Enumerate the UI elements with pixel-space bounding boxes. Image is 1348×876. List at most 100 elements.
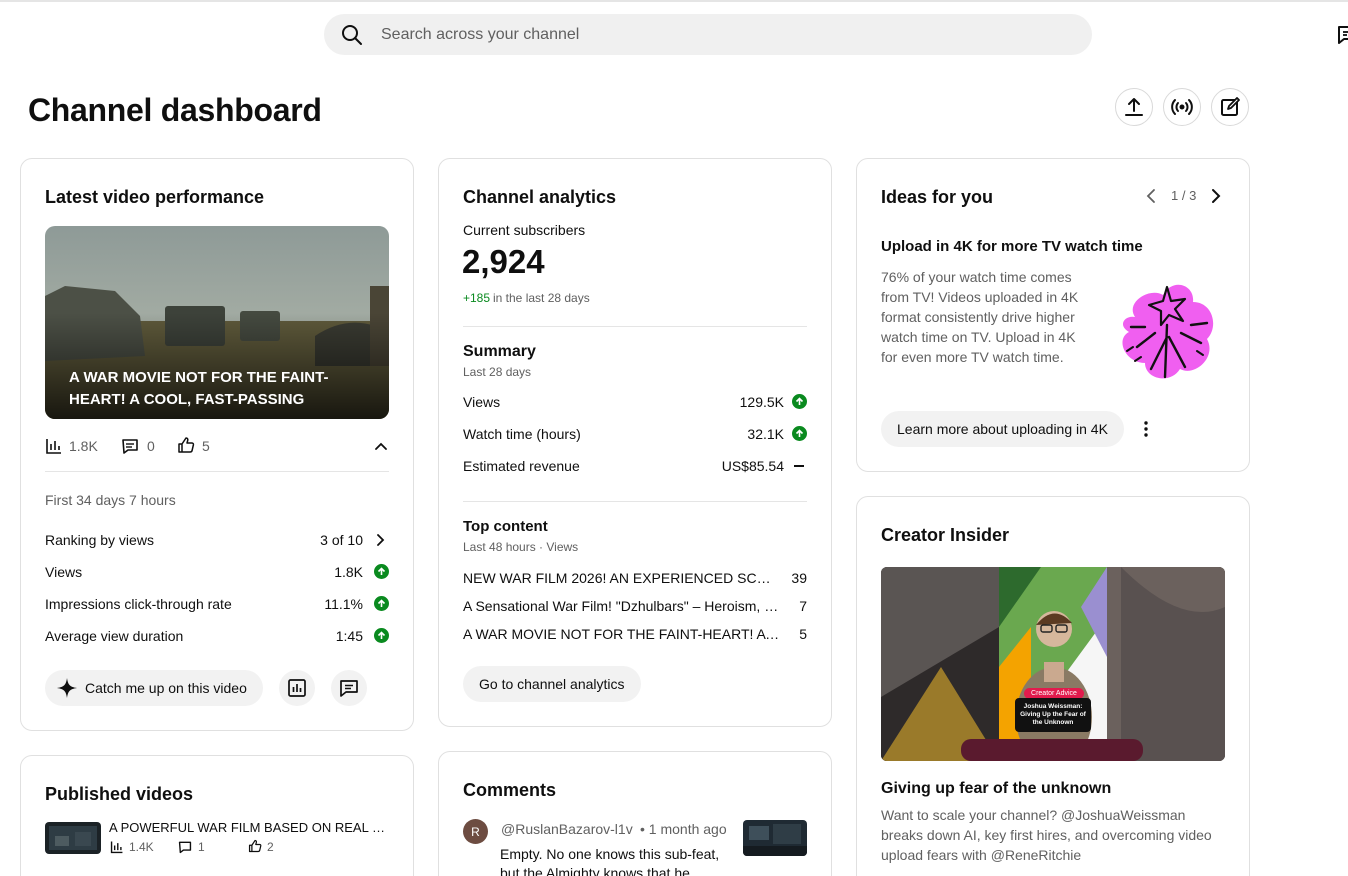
divider [45,471,389,472]
published-videos-card: Published videos A POWERFUL WAR FILM BAS… [20,755,414,876]
trend-up-icon [374,564,389,579]
trend-up-icon [374,628,389,643]
search-input[interactable]: Search across your channel [381,26,579,44]
summary-period: Last 28 days [463,365,532,379]
search-bar[interactable]: Search across your channel [324,14,1092,55]
comment-thumbnail-image [743,820,807,856]
latest-video-title: Latest video performance [45,187,265,207]
published-comments: 1 [198,840,205,854]
period-label: First 34 days 7 hours [45,492,176,508]
idea-headline: Upload in 4K for more TV watch time [881,238,1143,255]
views-count: 1.8K [69,438,98,454]
ranking-value: 3 of 10 [320,532,363,548]
upload-icon [1125,98,1143,116]
comment-time: • 1 month ago [640,821,727,837]
top-content-title: Top content [463,518,548,535]
published-views: 1.4K [129,840,154,854]
summary-watch-label: Watch time (hours) [463,426,581,442]
edit-icon [1221,97,1240,116]
top-content-views: 39 [791,570,807,586]
published-item-title[interactable]: A POWERFUL WAR FILM BASED ON REAL E… [109,820,393,835]
analytics-icon [288,679,306,697]
views-label: Views [45,564,83,580]
avatar[interactable]: R [463,819,488,844]
catch-me-up-button[interactable]: Catch me up on this video [45,670,263,706]
idea-body: 76% of your watch time comes from TV! Vi… [881,269,1079,365]
top-content-period: Last 48 hours · Views [463,540,579,554]
create-post-button[interactable] [1211,88,1249,126]
avd-value: 1:45 [335,628,363,644]
published-thumbnail-image [45,822,101,854]
trend-up-icon [374,596,389,611]
latest-video-thumbnail[interactable]: A WAR MOVIE NOT FOR THE FAINT-HEART! A C… [45,226,389,419]
analytics-bars-icon [46,439,61,454]
top-content-item[interactable]: NEW WAR FILM 2026! AN EXPERIENCED SCOUT-… [463,570,781,586]
summary-title: Summary [463,343,536,360]
chevron-right-icon[interactable] [373,533,387,547]
page-title: Channel dashboard [28,92,322,128]
insider-title: Creator Insider [881,525,1010,545]
upload-button[interactable] [1115,88,1153,126]
divider [463,501,807,502]
summary-watch-value: 32.1K [747,426,784,442]
summary-views-label: Views [463,394,501,410]
comment-icon [340,680,358,697]
feedback-icon[interactable] [1336,24,1348,46]
insider-video-thumbnail[interactable]: Creator Advice Joshua Weissman: Giving U… [881,567,1225,761]
comment-icon [122,439,138,454]
summary-revenue-value: US$85.54 [721,458,784,474]
comments-card: Comments R @RuslanBazarov-l1v • 1 month … [438,751,832,876]
likes-count: 5 [202,438,210,454]
chevron-right-icon[interactable] [1209,188,1223,204]
fireworks-illustration [1122,284,1214,379]
ranking-label: Ranking by views [45,532,154,548]
go-to-analytics-button[interactable]: Go to channel analytics [463,666,641,702]
latest-video-card: Latest video performance A WAR MOVIE NOT… [20,158,414,731]
chevron-up-icon[interactable] [374,439,388,453]
top-content-views: 5 [799,626,807,642]
video-analytics-button[interactable] [279,670,315,706]
subscribers-delta: +185 [463,291,491,305]
video-comments-button[interactable] [331,670,367,706]
thumbs-up-icon [178,437,195,453]
insider-card-text: Joshua Weissman: Giving Up the Fear of t… [1015,698,1091,732]
published-title: Published videos [45,784,194,804]
sparkle-icon [57,678,77,698]
analytics-bars-icon [110,841,123,854]
subscribers-label: Current subscribers [463,222,586,238]
channel-analytics-card: Channel analytics Current subscribers 2,… [438,158,832,727]
top-content-views: 7 [799,598,807,614]
learn-more-4k-button[interactable]: Learn more about uploading in 4K [881,411,1124,447]
published-thumbnail[interactable] [45,822,101,854]
top-content-item[interactable]: A Sensational War Film! "Dzhulbars" – He… [463,598,781,614]
analytics-title: Channel analytics [463,187,617,207]
top-border [0,0,1348,2]
insider-video-title[interactable]: Giving up fear of the unknown [881,780,1111,798]
trend-up-icon [792,426,807,441]
ctr-label: Impressions click-through rate [45,596,232,612]
ideas-title: Ideas for you [881,187,994,207]
comment-icon [178,841,192,854]
chevron-left-icon[interactable] [1145,188,1159,204]
ctr-value: 11.1% [324,596,363,612]
summary-revenue-label: Estimated revenue [463,458,580,474]
summary-views-value: 129.5K [739,394,784,410]
ideas-pager: 1 / 3 [1171,188,1197,203]
comment-author[interactable]: @RuslanBazarov-l1v [501,821,633,837]
comments-count: 0 [147,438,155,454]
go-live-button[interactable] [1163,88,1201,126]
trend-flat-icon [794,465,804,467]
views-value: 1.8K [334,564,363,580]
more-vert-icon[interactable] [1140,419,1152,439]
live-broadcast-icon [1171,99,1193,115]
search-icon [342,24,362,45]
ideas-card: Ideas for you 1 / 3 Upload in 4K for mor… [856,158,1250,472]
comment-video-thumbnail[interactable] [743,820,807,856]
avd-label: Average view duration [45,628,184,644]
subscribers-delta-period: in the last 28 days [493,291,590,305]
subscribers-value: 2,924 [462,243,545,280]
published-likes: 2 [267,840,274,854]
thumbnail-caption: A WAR MOVIE NOT FOR THE FAINT-HEART! A C… [69,369,329,408]
top-content-item[interactable]: A WAR MOVIE NOT FOR THE FAINT-HEART! A C… [463,626,781,642]
divider [463,326,807,327]
